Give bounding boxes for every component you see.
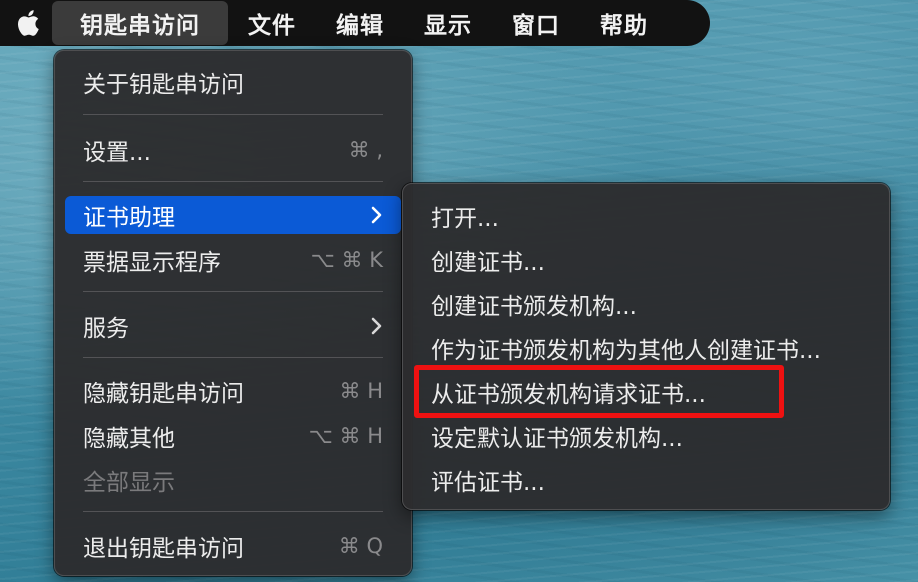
menu-item-quit[interactable]: 退出钥匙串访问 ⌘ Q [65,527,401,565]
menu-item-show-all-label: 全部显示 [83,470,175,496]
menu-item-hide-others-label: 隐藏其他 [83,426,175,452]
menu-separator [83,181,383,182]
menu-item-certificate-assistant[interactable]: 证书助理 [65,196,401,234]
chevron-right-icon [371,317,383,335]
certificate-assistant-submenu: 打开... 创建证书... 创建证书颁发机构... 作为证书颁发机构为其他人创建… [402,183,890,510]
menubar-view[interactable]: 显示 [404,0,492,46]
menubar-window[interactable]: 窗口 [492,0,580,46]
menu-item-settings-label: 设置... [83,140,151,166]
submenu-item-open[interactable]: 打开... [413,197,879,235]
menu-item-ticket-viewer-label: 票据显示程序 [83,250,221,276]
menu-item-ticket-viewer[interactable]: 票据显示程序 ⌥ ⌘ K [65,241,401,279]
menu-item-certificate-assistant-label: 证书助理 [83,205,175,231]
chevron-right-icon [371,206,383,224]
menu-item-services[interactable]: 服务 [65,307,401,345]
menu-item-hide[interactable]: 隐藏钥匙串访问 ⌘ H [65,372,401,410]
menu-item-about-label: 关于钥匙串访问 [83,72,244,98]
menu-item-about[interactable]: 关于钥匙串访问 [65,63,401,101]
menu-item-settings[interactable]: 设置... ⌘ , [65,131,401,169]
menubar-edit[interactable]: 编辑 [316,0,404,46]
menu-item-quit-label: 退出钥匙串访问 [83,536,244,562]
annotation-highlight-box [414,365,784,418]
menu-bar: 钥匙串访问 文件 编辑 显示 窗口 帮助 [0,0,710,46]
menubar-app-name[interactable]: 钥匙串访问 [52,1,228,45]
submenu-item-set-default-ca[interactable]: 设定默认证书颁发机构... [413,417,879,455]
menu-item-ticket-viewer-shortcut: ⌥ ⌘ K [310,248,383,272]
menu-item-hide-others-shortcut: ⌥ ⌘ H [308,424,383,448]
menu-item-services-label: 服务 [83,316,129,342]
menu-item-quit-shortcut: ⌘ Q [338,534,383,558]
menu-separator [83,291,383,292]
submenu-item-create-cert-for-others[interactable]: 作为证书颁发机构为其他人创建证书... [413,329,879,367]
menu-item-settings-shortcut: ⌘ , [348,138,383,162]
apple-menu[interactable] [0,0,54,46]
menubar-help[interactable]: 帮助 [580,0,668,46]
menu-separator [83,114,383,115]
app-menu-dropdown: 关于钥匙串访问 设置... ⌘ , 证书助理 票据显示程序 ⌥ ⌘ K 服务 隐… [54,50,412,576]
menu-separator [83,357,383,358]
submenu-item-create-certificate[interactable]: 创建证书... [413,241,879,279]
menubar-file[interactable]: 文件 [228,0,316,46]
submenu-item-create-ca[interactable]: 创建证书颁发机构... [413,285,879,323]
menu-separator [83,511,383,512]
menu-item-show-all: 全部显示 [65,461,401,499]
menu-item-hide-shortcut: ⌘ H [339,379,383,403]
menu-item-hide-others[interactable]: 隐藏其他 ⌥ ⌘ H [65,417,401,455]
submenu-item-evaluate-certificate[interactable]: 评估证书... [413,461,879,499]
menu-item-hide-label: 隐藏钥匙串访问 [83,381,244,407]
apple-logo-icon [18,10,39,36]
